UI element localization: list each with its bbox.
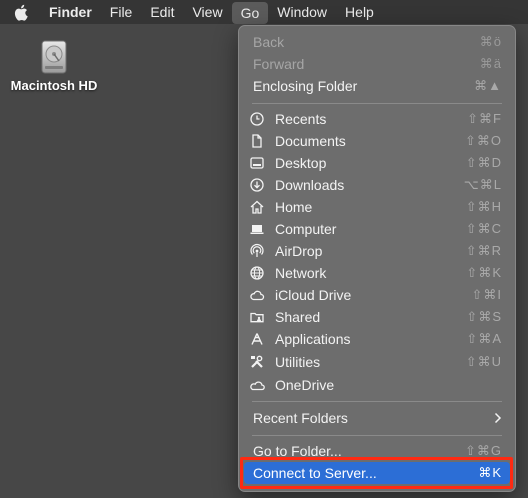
airdrop-icon: [248, 242, 266, 260]
menu-view[interactable]: View: [183, 0, 231, 24]
shared-folder-icon: [248, 308, 266, 326]
menu-window[interactable]: Window: [268, 0, 336, 24]
menu-item-label: Recent Folders: [253, 410, 348, 426]
menu-file[interactable]: File: [101, 0, 142, 24]
menu-item-label: Documents: [275, 133, 346, 149]
laptop-icon: [248, 220, 266, 238]
onedrive-cloud-icon: [248, 376, 266, 394]
menu-item-label: iCloud Drive: [275, 287, 352, 303]
menu-item-shortcut: ⇧⌘R: [465, 243, 502, 258]
menu-item-shortcut: ⌘ö: [479, 34, 502, 49]
menu-item-recents[interactable]: Recents ⇧⌘F: [244, 108, 510, 130]
menu-item-shortcut: ⇧⌘K: [466, 265, 502, 280]
chevron-right-icon: [494, 412, 510, 424]
menu-item-label: Downloads: [275, 177, 345, 193]
menu-item-label: Enclosing Folder: [253, 78, 358, 94]
menu-item-shortcut: ⌘ä: [479, 56, 502, 71]
menu-item-onedrive[interactable]: OneDrive: [244, 374, 510, 396]
menu-item-label: Forward: [253, 56, 305, 72]
menu-item-shortcut: ⇧⌘O: [464, 133, 502, 148]
menu-item-shortcut: ⇧⌘S: [466, 309, 502, 324]
menu-edit[interactable]: Edit: [141, 0, 183, 24]
go-menu-dropdown: Back ⌘ö Forward ⌘ä Enclosing Folder ⌘▲ R…: [238, 25, 516, 492]
menu-item-label: Desktop: [275, 155, 327, 171]
menu-item-shared[interactable]: Shared ⇧⌘S: [244, 306, 510, 328]
menu-item-shortcut: ⇧⌘D: [465, 155, 502, 170]
menu-item-applications[interactable]: Applications ⇧⌘A: [244, 328, 510, 350]
menu-item-label: Network: [275, 265, 327, 281]
menu-item-label: Computer: [275, 221, 337, 237]
globe-icon: [248, 264, 266, 282]
menu-item-label: Back: [253, 34, 285, 50]
menu-item-shortcut: ⇧⌘C: [465, 221, 502, 236]
menu-item-shortcut: ⇧⌘F: [467, 111, 502, 126]
menu-item-label: Shared: [275, 309, 321, 325]
document-icon: [248, 132, 266, 150]
menu-item-shortcut: ⇧⌘A: [466, 331, 502, 346]
menu-item-label: Home: [275, 199, 313, 215]
menu-item-back[interactable]: Back ⌘ö: [244, 31, 510, 53]
utilities-icon: [248, 353, 266, 371]
menu-item-label: Applications: [275, 331, 351, 347]
menu-item-label: AirDrop: [275, 243, 323, 259]
menu-item-documents[interactable]: Documents ⇧⌘O: [244, 130, 510, 152]
menu-bar: Finder File Edit View Go Window Help: [0, 0, 528, 24]
menu-item-label: OneDrive: [275, 377, 335, 393]
menu-item-enclosing-folder[interactable]: Enclosing Folder ⌘▲: [244, 75, 510, 97]
menu-item-downloads[interactable]: Downloads ⌥⌘L: [244, 174, 510, 196]
highlight-annotation-box: [240, 457, 513, 489]
menu-item-icloud-drive[interactable]: iCloud Drive ⇧⌘I: [244, 284, 510, 306]
menu-help[interactable]: Help: [336, 0, 383, 24]
menu-item-network[interactable]: Network ⇧⌘K: [244, 262, 510, 284]
clock-icon: [248, 110, 266, 128]
cloud-icon: [248, 286, 266, 304]
menu-item-computer[interactable]: Computer ⇧⌘C: [244, 218, 510, 240]
home-icon: [248, 198, 266, 216]
menu-finder[interactable]: Finder: [40, 0, 101, 24]
desktop-drive-label: Macintosh HD: [10, 78, 98, 93]
menu-item-label: Recents: [275, 111, 327, 127]
menu-item-utilities[interactable]: Utilities ⇧⌘U: [244, 351, 510, 373]
menu-item-home[interactable]: Home ⇧⌘H: [244, 196, 510, 218]
menu-separator: [252, 103, 502, 104]
apple-menu-icon[interactable]: [0, 0, 40, 24]
menu-item-shortcut: ⇧⌘U: [465, 354, 502, 369]
desktop-drive-macintosh-hd[interactable]: Macintosh HD: [8, 40, 100, 93]
hard-drive-icon: [41, 40, 67, 74]
applications-icon: [248, 330, 266, 348]
menu-go[interactable]: Go: [231, 1, 269, 24]
menu-item-forward[interactable]: Forward ⌘ä: [244, 53, 510, 75]
menu-separator: [252, 401, 502, 402]
menu-item-recent-folders[interactable]: Recent Folders: [244, 407, 510, 429]
menu-item-shortcut: ⇧⌘I: [471, 287, 502, 302]
menu-item-airdrop[interactable]: AirDrop ⇧⌘R: [244, 240, 510, 262]
menu-item-label: Utilities: [275, 354, 321, 370]
menu-item-desktop[interactable]: Desktop ⇧⌘D: [244, 152, 510, 174]
desktop-icon: [248, 154, 266, 172]
download-icon: [248, 176, 266, 194]
menu-separator: [252, 435, 502, 436]
menu-item-shortcut: ⌘▲: [474, 78, 502, 93]
menu-item-shortcut: ⌥⌘L: [463, 177, 502, 192]
menu-item-shortcut: ⇧⌘H: [465, 199, 502, 214]
